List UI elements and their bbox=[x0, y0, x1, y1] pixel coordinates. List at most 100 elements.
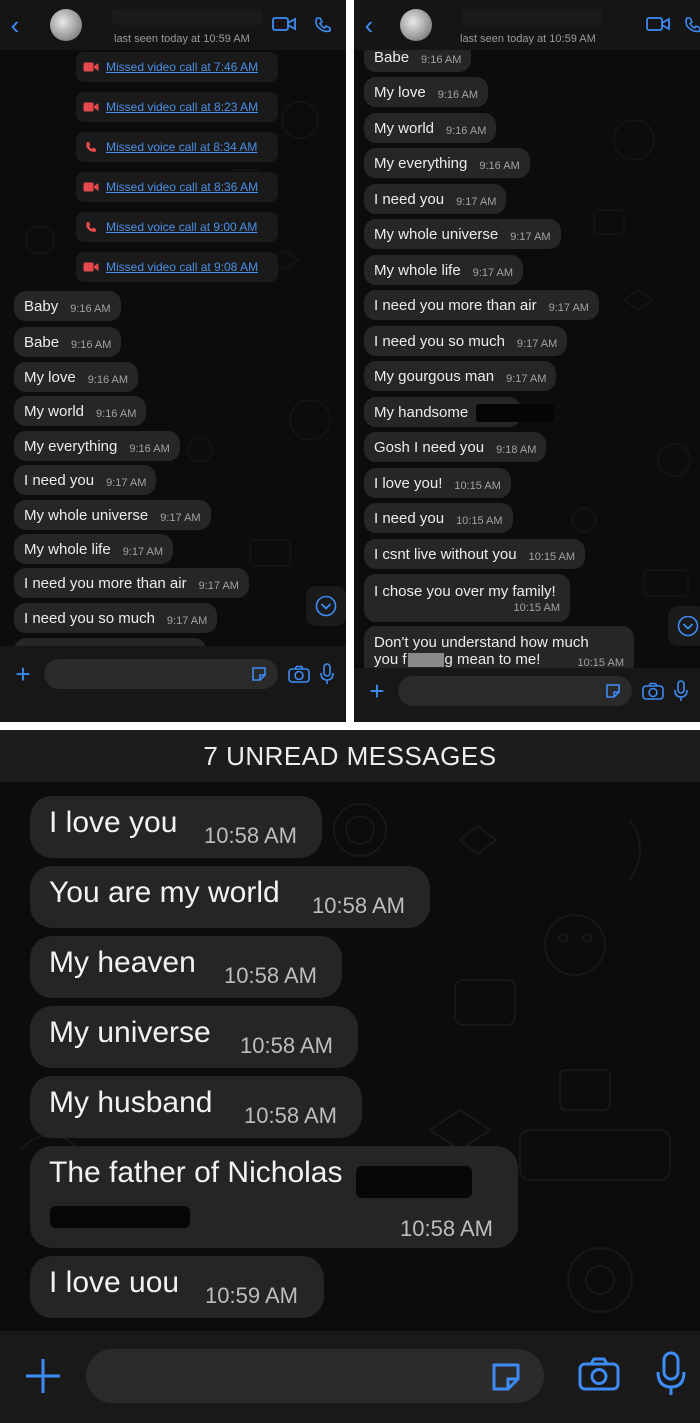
last-seen-status: last seen today at 10:59 AM bbox=[460, 33, 596, 45]
message-bubble[interactable]: I need you so much 9:17 AM bbox=[14, 603, 218, 633]
message-bubble[interactable]: I need you 10:15 AM bbox=[364, 503, 513, 533]
missed-voice-call-icon bbox=[76, 221, 106, 233]
sticker-icon[interactable] bbox=[250, 665, 268, 683]
missed-call-label[interactable]: Missed voice call at 9:00 AM bbox=[106, 220, 257, 234]
missed-call-label[interactable]: Missed voice call at 8:34 AM bbox=[106, 140, 257, 154]
back-chevron-icon[interactable]: ‹ bbox=[354, 12, 384, 38]
message-time: 9:18 AM bbox=[496, 444, 537, 456]
message-time: 10:58 AM bbox=[204, 823, 297, 848]
camera-icon[interactable] bbox=[578, 1357, 620, 1391]
message-bubble[interactable]: My everything 9:16 AM bbox=[364, 148, 530, 178]
missed-call-notice[interactable]: Missed voice call at 8:34 AM bbox=[76, 132, 278, 162]
back-chevron-icon[interactable]: ‹ bbox=[0, 12, 30, 38]
missed-call-notice[interactable]: Missed video call at 8:36 AM bbox=[76, 172, 278, 202]
message-bubble[interactable]: My world 9:16 AM bbox=[14, 396, 147, 426]
message-text: My heaven bbox=[49, 946, 196, 979]
message-time: 9:16 AM bbox=[71, 339, 112, 351]
missed-call-notice[interactable]: Missed voice call at 9:00 AM bbox=[76, 212, 278, 242]
message-bubble[interactable]: My love 9:16 AM bbox=[364, 77, 489, 107]
message-bubble[interactable]: I need you 9:17 AM bbox=[14, 465, 157, 495]
message-text: My whole universe bbox=[374, 225, 499, 243]
scroll-to-bottom-button[interactable] bbox=[306, 586, 346, 626]
video-call-icon[interactable] bbox=[272, 16, 296, 32]
message-bubble[interactable]: I need you more than air 9:17 AM bbox=[14, 568, 249, 598]
message-bubble[interactable]: I love uou 10:59 AM bbox=[30, 1256, 324, 1318]
sticker-icon[interactable] bbox=[490, 1361, 522, 1393]
message-time: 10:58 AM bbox=[400, 1216, 493, 1241]
missed-call-notice[interactable]: Missed video call at 9:08 AM bbox=[76, 252, 278, 282]
message-bubble[interactable]: I chose you over my family! 10:15 AM bbox=[364, 574, 570, 622]
sticker-icon[interactable] bbox=[604, 682, 622, 700]
phone-icon[interactable] bbox=[314, 16, 332, 34]
contact-avatar[interactable] bbox=[400, 9, 432, 41]
missed-call-notice[interactable]: Missed video call at 7:46 AM bbox=[76, 52, 278, 82]
message-bubble[interactable]: Babe 9:16 AM bbox=[14, 327, 122, 357]
contact-info[interactable]: last seen today at 10:59 AM bbox=[438, 5, 646, 45]
message-text: Gosh I need you bbox=[374, 438, 485, 456]
message-bubble[interactable]: My love 9:16 AM bbox=[14, 362, 139, 392]
message-bubble[interactable]: I love you! 10:15 AM bbox=[364, 468, 511, 498]
camera-icon[interactable] bbox=[288, 665, 310, 683]
missed-video-call-icon bbox=[76, 262, 106, 272]
message-text: I love you bbox=[49, 806, 178, 839]
message-bubble[interactable]: My whole life 9:17 AM bbox=[364, 255, 524, 285]
plus-icon[interactable]: + bbox=[366, 678, 388, 704]
missed-call-notice[interactable]: Missed video call at 8:23 AM bbox=[76, 92, 278, 122]
message-time: 10:59 AM bbox=[205, 1283, 298, 1308]
microphone-icon[interactable] bbox=[674, 680, 688, 702]
plus-icon[interactable] bbox=[24, 1357, 62, 1395]
scroll-to-bottom-button[interactable] bbox=[668, 606, 700, 646]
contact-info[interactable]: last seen today at 10:59 AM bbox=[88, 5, 272, 45]
message-time: 10:58 AM bbox=[240, 1033, 333, 1058]
missed-call-label[interactable]: Missed video call at 8:36 AM bbox=[106, 180, 258, 194]
message-bubble[interactable]: I csnt live without you 10:15 AM bbox=[364, 539, 586, 569]
message-text: I need you bbox=[374, 190, 445, 208]
camera-icon[interactable] bbox=[642, 682, 664, 700]
message-bubble[interactable]: My everything 9:16 AM bbox=[14, 431, 180, 461]
message-bubble[interactable]: My whole universe 9:17 AM bbox=[14, 500, 211, 530]
message-input[interactable] bbox=[44, 659, 278, 689]
redaction-bar bbox=[476, 404, 554, 422]
missed-call-label[interactable]: Missed video call at 7:46 AM bbox=[106, 60, 258, 74]
message-text: I need you so much bbox=[24, 609, 155, 627]
message-bubble[interactable]: My whole life 9:17 AM bbox=[14, 534, 174, 564]
message-bubble[interactable]: My whole universe 9:17 AM bbox=[364, 219, 561, 249]
message-bubble[interactable]: I love you 10:58 AM bbox=[30, 796, 322, 858]
message-text: My husband bbox=[49, 1086, 213, 1119]
message-bubble[interactable]: I need you so much 9:17 AM bbox=[364, 326, 568, 356]
message-bubble[interactable]: You are my world 10:58 AM bbox=[30, 866, 430, 928]
message-bubble[interactable]: I need you 9:17 AM bbox=[364, 184, 507, 214]
message-bubble[interactable]: My world 9:16 AM bbox=[364, 113, 497, 143]
microphone-icon[interactable] bbox=[320, 663, 334, 685]
message-time: 9:17 AM bbox=[510, 231, 551, 243]
message-text: My everything bbox=[374, 154, 468, 172]
microphone-icon[interactable] bbox=[656, 1351, 686, 1397]
message-text: My love bbox=[374, 83, 426, 101]
message-text: My gourgous man bbox=[374, 367, 495, 385]
message-input[interactable] bbox=[398, 676, 632, 706]
message-input[interactable] bbox=[86, 1349, 544, 1403]
message-input-bar: + bbox=[354, 668, 700, 714]
missed-call-label[interactable]: Missed video call at 8:23 AM bbox=[106, 100, 258, 114]
contact-avatar[interactable] bbox=[50, 9, 82, 41]
message-bubble[interactable]: My husband 10:58 AM bbox=[30, 1076, 362, 1138]
message-bubble[interactable]: My gourgous man 9:17 AM bbox=[364, 361, 557, 391]
missed-call-label[interactable]: Missed video call at 9:08 AM bbox=[106, 260, 258, 274]
phone-icon[interactable] bbox=[684, 16, 700, 34]
chat-header: ‹ last seen today at 10:59 AM bbox=[354, 0, 700, 50]
message-bubble[interactable]: My heaven 10:58 AM bbox=[30, 936, 342, 998]
contact-name-redacted bbox=[112, 9, 262, 25]
message-text: My whole life bbox=[374, 261, 461, 279]
video-call-icon[interactable] bbox=[646, 16, 670, 32]
message-bubble[interactable]: Baby 9:16 AM bbox=[14, 291, 121, 321]
message-text: I need you more than air bbox=[374, 296, 537, 314]
message-bubble[interactable]: I need you more than air 9:17 AM bbox=[364, 290, 599, 320]
message-text: You are my world bbox=[49, 876, 280, 909]
redaction-bar bbox=[356, 1166, 472, 1198]
plus-icon[interactable]: + bbox=[12, 661, 34, 687]
message-time: 9:16 AM bbox=[129, 443, 170, 455]
message-bubble[interactable]: Gosh I need you 9:18 AM bbox=[364, 432, 547, 462]
message-time: 10:15 AM bbox=[456, 515, 503, 527]
home-indicator-area bbox=[0, 702, 346, 722]
message-bubble[interactable]: My universe 10:58 AM bbox=[30, 1006, 358, 1068]
